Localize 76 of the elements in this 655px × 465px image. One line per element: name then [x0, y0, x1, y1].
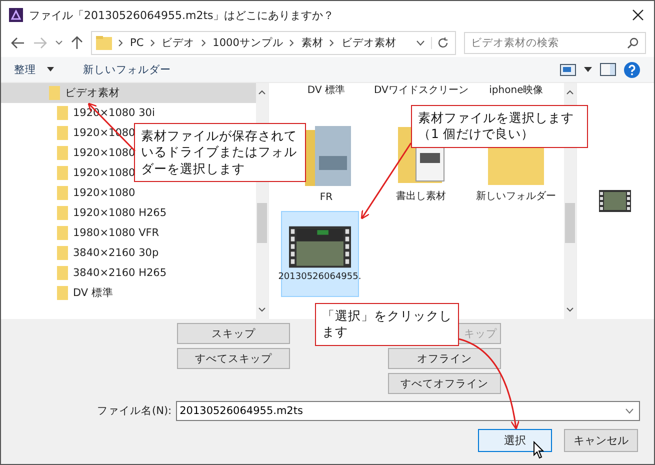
callout-tooltip: 「選択」をクリックします	[315, 303, 459, 346]
folder-label[interactable]: DV 標準	[278, 83, 374, 97]
video-preview-icon	[599, 190, 632, 212]
folder-label[interactable]: iphone映像	[468, 83, 564, 97]
breadcrumb[interactable]: 1000サンプル	[212, 36, 284, 50]
chevron-right-icon	[289, 39, 296, 47]
callout-tooltip: 素材ファイルを選択します（1 個だけで良い）	[411, 105, 588, 148]
breadcrumb[interactable]: ビデオ	[162, 36, 195, 50]
folder-icon	[49, 86, 60, 100]
file-name: 20130526064955.	[278, 272, 362, 282]
tree-item[interactable]: 3840×2160 H265	[1, 263, 169, 283]
chevron-down-icon[interactable]	[55, 40, 63, 46]
video-file-item[interactable]: 20130526064955.	[280, 211, 359, 297]
search-icon	[627, 37, 639, 49]
scrollbar-thumb[interactable]	[256, 203, 267, 243]
dialog-button[interactable]: すべてスキップ	[177, 348, 290, 369]
folder-icon	[57, 266, 68, 280]
file-name: 書出し素材	[396, 190, 446, 203]
chevron-up-icon[interactable]	[258, 89, 266, 95]
breadcrumb[interactable]: 素材	[301, 36, 324, 50]
file-name-field[interactable]: 20130526064955.m2ts	[176, 401, 640, 421]
chevron-right-icon	[329, 39, 336, 47]
tree-item[interactable]: DV 標準	[1, 283, 116, 303]
back-arrow-icon[interactable]	[11, 37, 25, 49]
file-name-label: ファイル名(N):	[97, 404, 172, 418]
video-thumbnail-icon	[288, 226, 351, 268]
tree-item[interactable]: 1920×1080	[1, 183, 138, 203]
dialog-button[interactable]: キャンセル	[564, 429, 638, 452]
folder-icon	[57, 126, 68, 140]
caret-icon[interactable]	[584, 66, 592, 72]
organize-button[interactable]: 整理	[11, 60, 39, 78]
dialog-button[interactable]: すべてオフライン	[388, 373, 501, 394]
help-icon[interactable]	[624, 62, 640, 78]
folder-icon	[57, 106, 68, 120]
folder-icon	[57, 246, 68, 260]
file-name: 新しいフォルダー	[476, 190, 556, 203]
preview-pane-icon[interactable]	[600, 63, 616, 76]
dialog-button[interactable]: 選択	[478, 429, 552, 452]
breadcrumb[interactable]: PC	[130, 37, 144, 49]
folder-icon	[96, 36, 112, 50]
scrollbar-thumb[interactable]	[564, 203, 575, 243]
breadcrumb[interactable]: ビデオ素材	[341, 36, 396, 50]
chevron-down-icon[interactable]	[416, 40, 425, 46]
up-arrow-icon[interactable]	[71, 36, 83, 50]
tree-item[interactable]: ビデオ素材	[1, 83, 256, 103]
folder-icon	[57, 286, 68, 300]
folder-icon	[57, 186, 68, 200]
caret-icon[interactable]	[47, 67, 54, 72]
tree-item[interactable]: 1980×1080 VFR	[1, 223, 162, 243]
close-icon[interactable]	[632, 9, 644, 21]
folder-icon	[57, 206, 68, 220]
dialog-button[interactable]: スキップ	[177, 323, 290, 344]
new-folder-button[interactable]: 新しいフォルダー	[80, 60, 174, 78]
view-options-icon[interactable]	[560, 64, 576, 76]
tree-item[interactable]: 3840×2160 30p	[1, 243, 161, 263]
address-bar[interactable]: PC ビデオ 1000サンプル 素材 ビデオ素材	[91, 31, 456, 55]
folder-icon	[57, 226, 68, 240]
folder-label[interactable]: DVワイドスクリーン	[374, 83, 469, 97]
tree-item[interactable]: 1920×1080 H265	[1, 203, 169, 223]
callout-tooltip: 素材ファイルが保存されているドライブまたはフォルダーを選択します	[134, 123, 306, 182]
refresh-icon[interactable]	[431, 37, 449, 49]
chevron-right-icon	[118, 39, 124, 47]
chevron-up-icon[interactable]	[566, 89, 574, 95]
window-title: ファイル「20130526064955.m2ts」はどこにありますか？	[29, 8, 336, 22]
app-icon	[9, 8, 23, 22]
dialog-button[interactable]: オフライン	[388, 348, 501, 369]
chevron-down-icon[interactable]	[566, 307, 574, 313]
mouse-cursor-icon	[533, 441, 544, 459]
chevron-right-icon	[200, 39, 207, 47]
chevron-right-icon	[150, 39, 156, 47]
file-name: FR	[320, 192, 333, 203]
folder-icon	[57, 166, 68, 180]
search-field[interactable]: ビデオ素材の検索	[464, 32, 646, 54]
folder-icon	[57, 146, 68, 160]
chevron-down-icon[interactable]	[625, 408, 634, 414]
chevron-down-icon[interactable]	[258, 307, 266, 313]
